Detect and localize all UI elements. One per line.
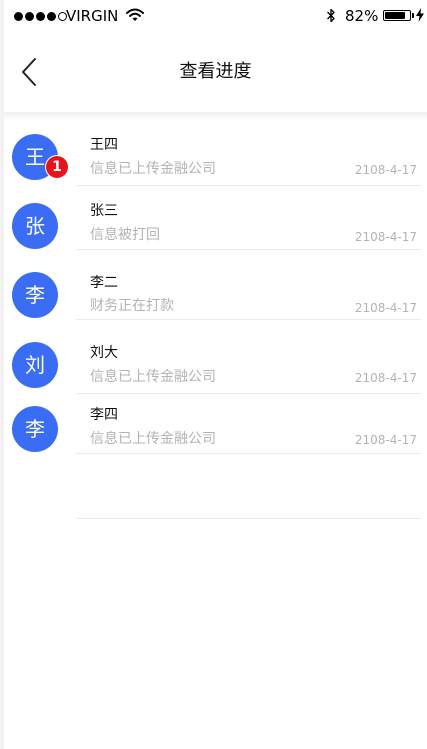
page-title: 查看进度 bbox=[179, 61, 252, 82]
applicant-name: 王四 bbox=[90, 137, 118, 153]
signal-dot bbox=[14, 11, 23, 21]
applicant-name: 李四 bbox=[90, 407, 118, 423]
list-item[interactable]: 李 李二 财务正在打款 2108-4-17 bbox=[4, 264, 427, 332]
status-message: 财务正在打款 bbox=[90, 298, 174, 314]
status-message: 信息被打回 bbox=[90, 227, 160, 243]
battery-cap bbox=[412, 13, 414, 18]
status-message: 信息已上传金融公司 bbox=[90, 431, 216, 447]
signal-dot bbox=[36, 11, 45, 21]
item-date: 2108-4-17 bbox=[354, 230, 417, 244]
lightning-icon bbox=[416, 8, 424, 22]
avatar: 李 bbox=[12, 406, 58, 452]
applicant-name: 李二 bbox=[90, 275, 118, 291]
avatar: 刘 bbox=[12, 342, 58, 388]
item-date: 2108-4-17 bbox=[354, 163, 417, 177]
avatar: 李 bbox=[12, 272, 58, 318]
item-date: 2108-4-17 bbox=[354, 301, 417, 315]
battery-level bbox=[385, 12, 405, 19]
app-screen: VIRGIN 82% 查看进度 王 1 王四 信息已上传金融公司 2108-4-… bbox=[4, 0, 427, 749]
applicant-name: 张三 bbox=[90, 203, 118, 219]
avatar: 张 bbox=[12, 203, 58, 249]
nav-divider bbox=[4, 112, 427, 120]
item-date: 2108-4-17 bbox=[354, 433, 417, 447]
list-item[interactable]: 李 李四 信息已上传金融公司 2108-4-17 bbox=[4, 400, 427, 468]
battery-percent: 82% bbox=[345, 7, 379, 25]
divider bbox=[76, 185, 421, 186]
status-message: 信息已上传金融公司 bbox=[90, 161, 216, 177]
unread-badge: 1 bbox=[46, 156, 68, 178]
divider bbox=[76, 518, 421, 519]
status-bar: VIRGIN 82% bbox=[4, 0, 427, 32]
signal-dot bbox=[25, 11, 34, 21]
divider bbox=[76, 319, 421, 320]
status-message: 信息已上传金融公司 bbox=[90, 369, 216, 385]
divider bbox=[76, 453, 421, 454]
bluetooth-icon bbox=[327, 8, 335, 23]
item-date: 2108-4-17 bbox=[354, 371, 417, 385]
wifi-icon bbox=[126, 8, 144, 21]
carrier-name: VIRGIN bbox=[66, 7, 119, 25]
navigation-bar: 查看进度 bbox=[4, 32, 427, 112]
applicant-name: 刘大 bbox=[90, 345, 118, 361]
divider bbox=[76, 393, 421, 394]
battery-icon bbox=[383, 10, 411, 21]
signal-dot bbox=[47, 11, 56, 21]
list-item[interactable]: 刘 刘大 信息已上传金融公司 2108-4-17 bbox=[4, 332, 427, 400]
divider bbox=[76, 249, 421, 250]
signal-strength-icon bbox=[14, 11, 67, 21]
